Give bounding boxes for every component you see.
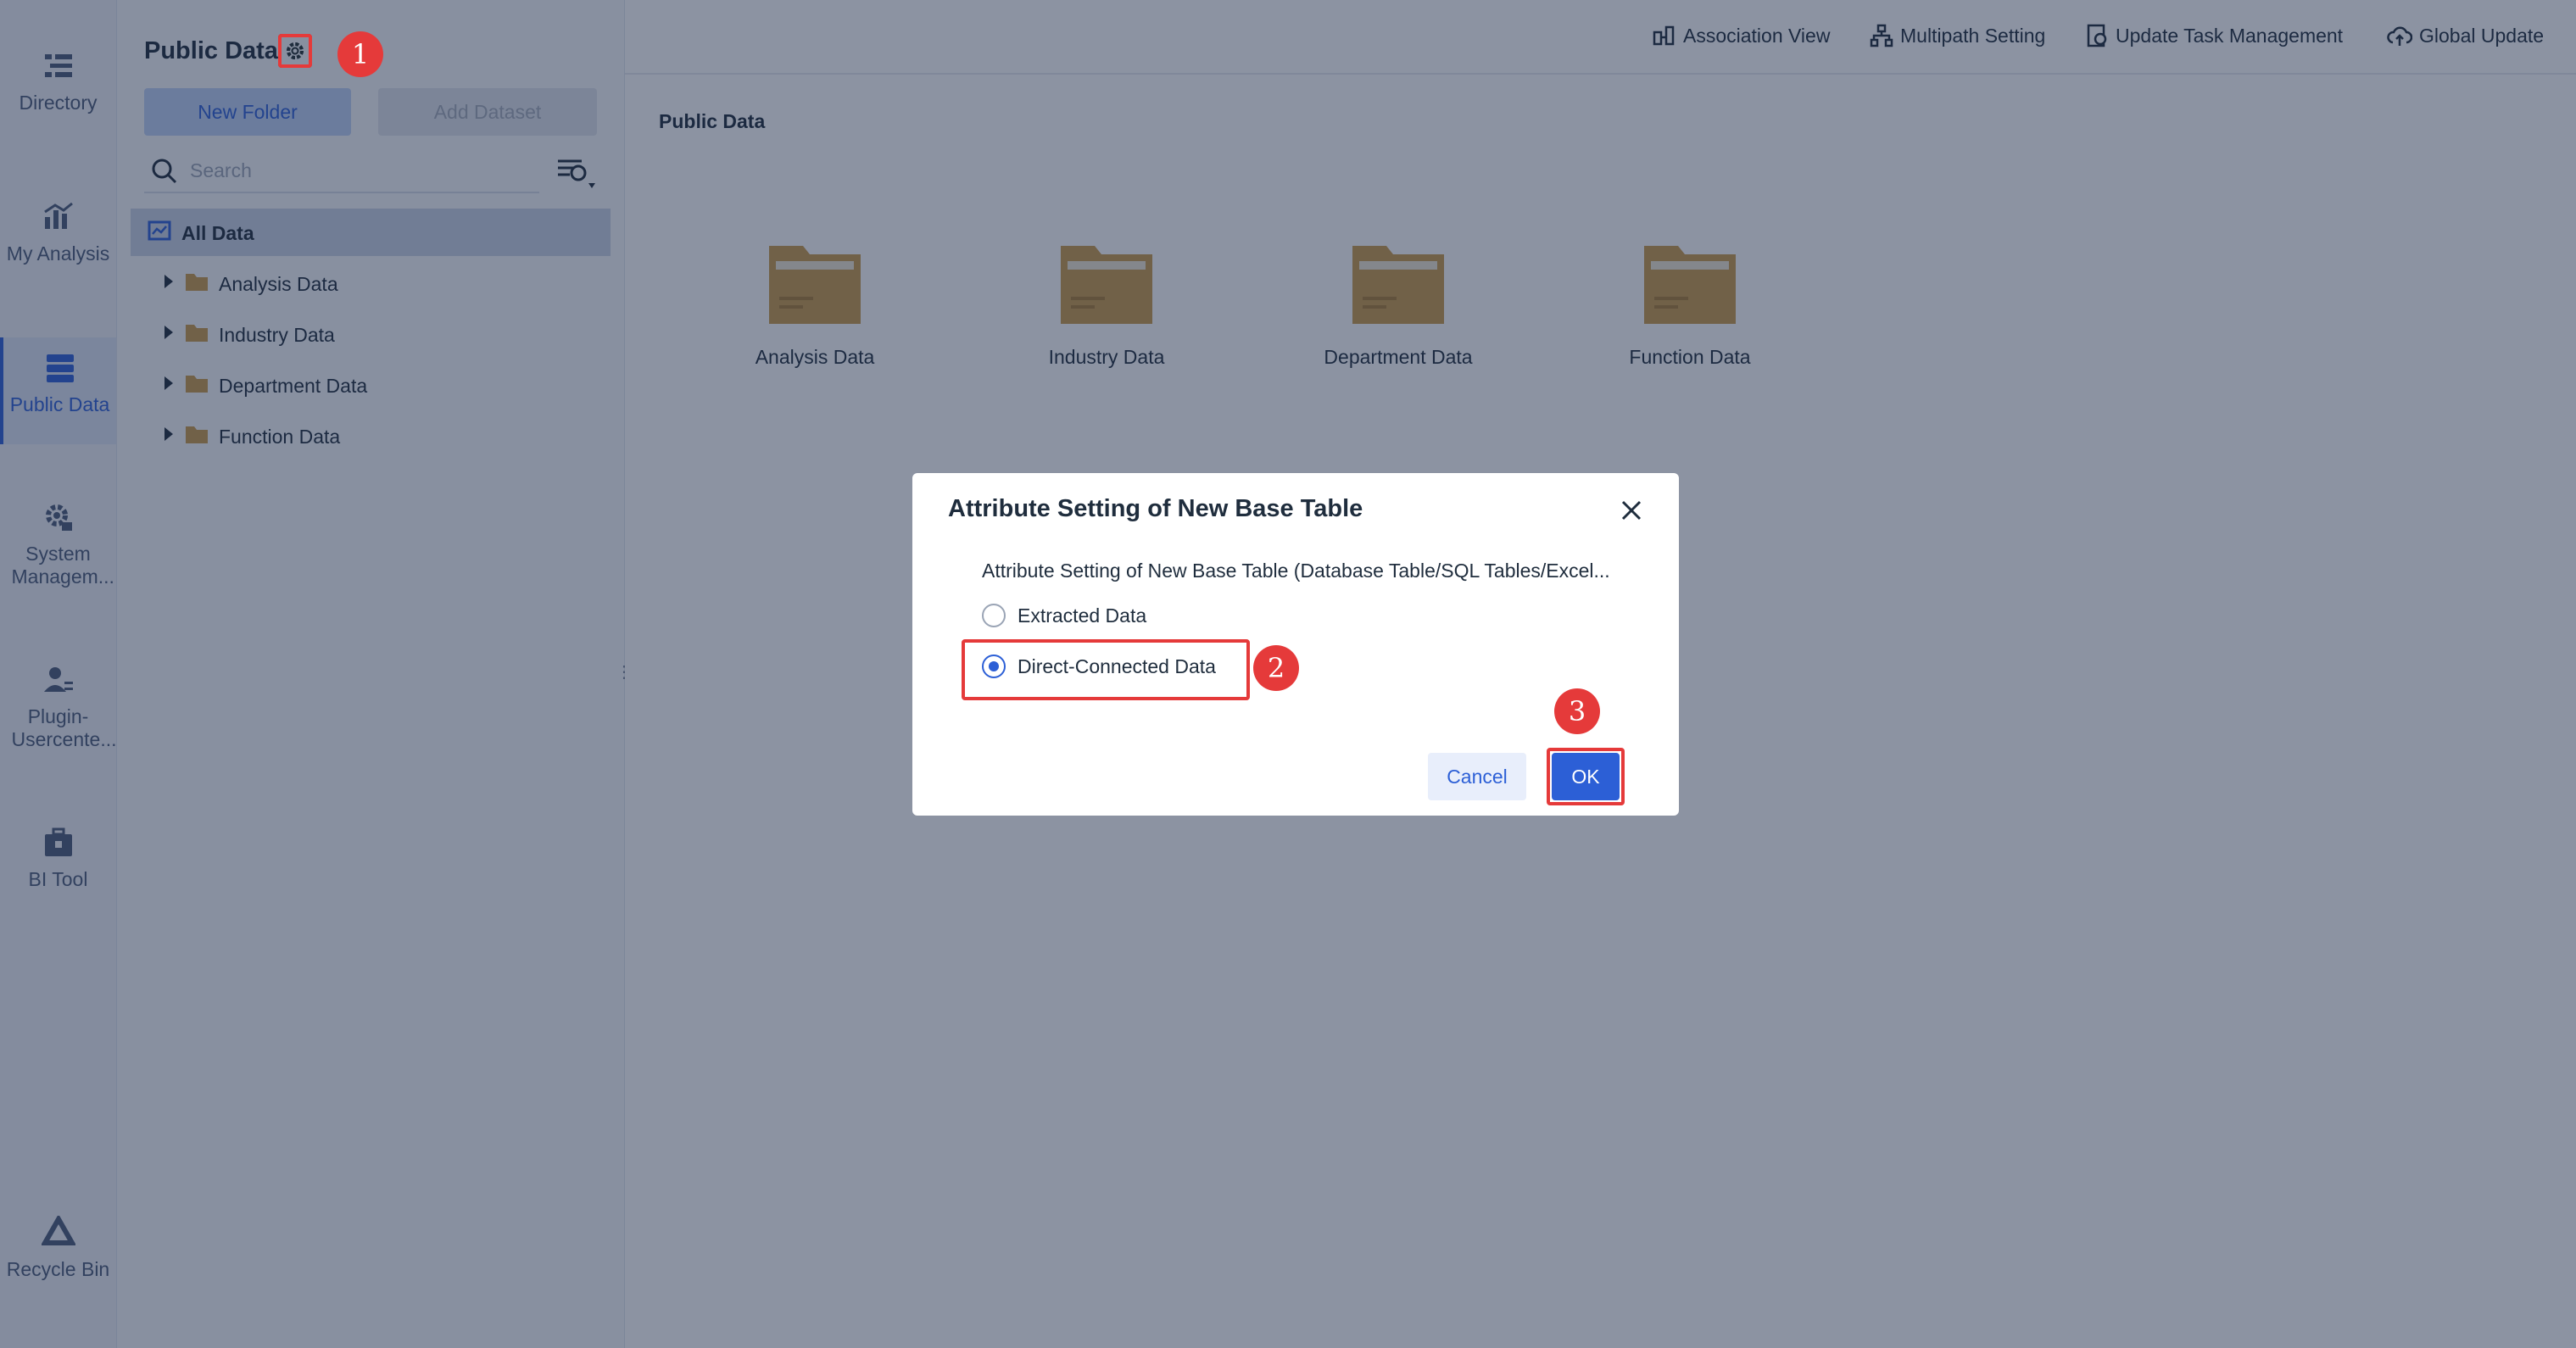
radio-direct-connected-data[interactable]: Direct-Connected Data bbox=[982, 655, 1216, 678]
cancel-button[interactable]: Cancel bbox=[1428, 753, 1526, 800]
app-window: Directory My Analysis Public Data System… bbox=[0, 0, 2576, 1348]
dialog-title: Attribute Setting of New Base Table bbox=[948, 495, 1363, 522]
settings-gear-overlay[interactable] bbox=[278, 34, 312, 68]
radio-label: Direct-Connected Data bbox=[1018, 655, 1216, 677]
radio-button-selected[interactable] bbox=[982, 655, 1006, 678]
step-marker-3: 3 bbox=[1554, 688, 1600, 734]
gear-icon bbox=[287, 42, 304, 59]
ok-button[interactable]: OK bbox=[1552, 753, 1620, 800]
step-marker-2: 2 bbox=[1253, 645, 1299, 691]
dialog-description: Attribute Setting of New Base Table (Dat… bbox=[982, 560, 1610, 582]
radio-label: Extracted Data bbox=[1018, 604, 1147, 627]
close-icon[interactable] bbox=[1616, 495, 1647, 526]
radio-extracted-data[interactable]: Extracted Data bbox=[982, 604, 1146, 627]
attribute-setting-dialog: Attribute Setting of New Base Table Attr… bbox=[912, 473, 1679, 816]
radio-button[interactable] bbox=[982, 604, 1006, 627]
step-marker-1: 1 bbox=[337, 31, 383, 77]
